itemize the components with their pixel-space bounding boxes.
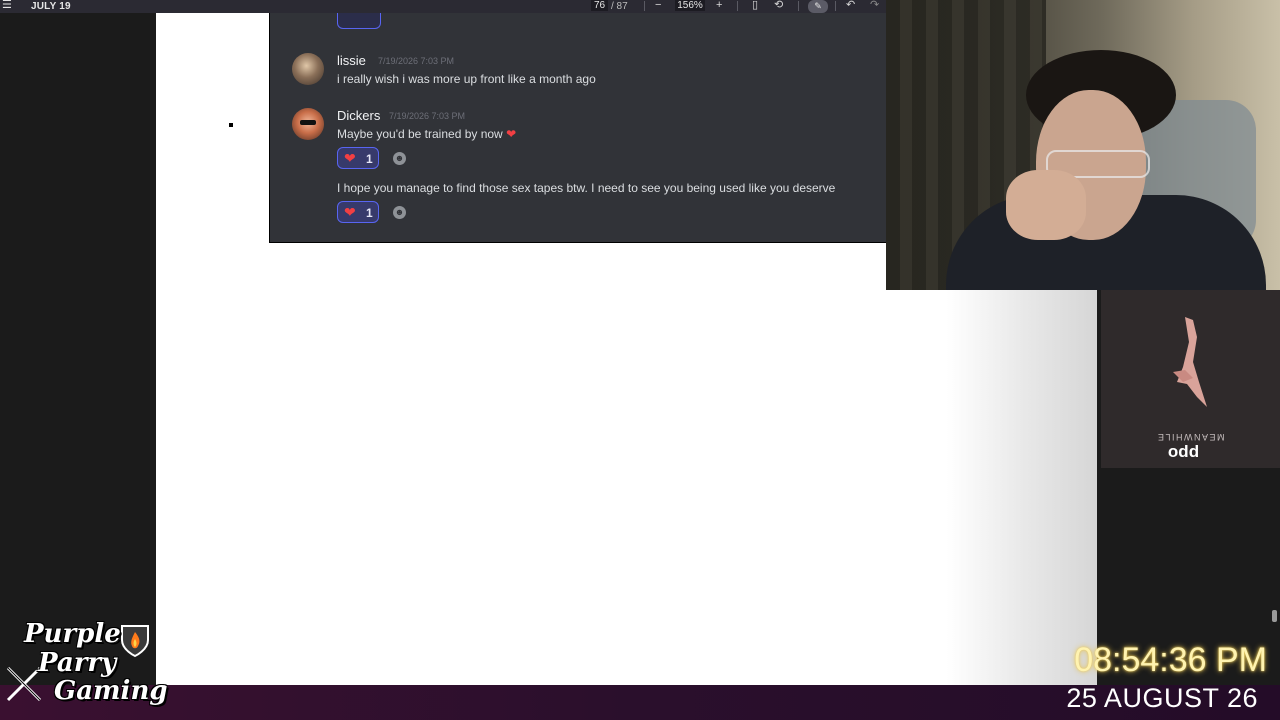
reaction-count: 1 bbox=[366, 152, 373, 166]
now-playing-widget: MEANWHILE odd bbox=[1101, 290, 1280, 468]
toolbar-separator bbox=[644, 1, 645, 11]
add-reaction-icon[interactable]: ☻ bbox=[393, 206, 406, 219]
avatar bbox=[292, 108, 324, 140]
heart-icon: ❤ bbox=[344, 150, 356, 166]
artist-name: odd bbox=[1167, 442, 1200, 461]
heart-icon: ❤ bbox=[344, 204, 356, 220]
reaction-pill-partial bbox=[337, 13, 381, 29]
page-mark bbox=[229, 123, 233, 127]
channel-logo: Purple Parry Gaming bbox=[4, 618, 168, 714]
flame-shield-icon bbox=[121, 625, 149, 658]
message-text: Maybe you'd be trained by now ❤ bbox=[337, 127, 516, 141]
chat-screenshot: lissie 7/19/2026 7:03 PM i really wish i… bbox=[269, 13, 887, 243]
message-author: lissie bbox=[337, 53, 366, 68]
avatar bbox=[292, 53, 324, 85]
rotate-icon[interactable]: ⟲ bbox=[774, 0, 783, 11]
toolbar-separator bbox=[737, 1, 738, 11]
webcam-person-hand bbox=[1006, 170, 1086, 240]
add-reaction-icon[interactable]: ☻ bbox=[393, 152, 406, 165]
draw-icon[interactable]: ✎ bbox=[808, 0, 828, 13]
sunglasses-icon bbox=[300, 120, 316, 125]
toolbar-separator bbox=[835, 1, 836, 11]
scrollbar-thumb[interactable] bbox=[1272, 610, 1277, 622]
page-total: / 87 bbox=[611, 1, 628, 12]
logo-line: Parry bbox=[38, 648, 117, 678]
page-fit-icon[interactable]: ▯ bbox=[752, 0, 758, 11]
album-art bbox=[1173, 317, 1207, 407]
page-number-input[interactable]: 76 bbox=[591, 0, 608, 11]
logo-line: Gaming bbox=[54, 676, 168, 706]
clock-time: 08:54:36 PM bbox=[1074, 641, 1267, 679]
reaction-count: 1 bbox=[366, 206, 373, 220]
webcam-feed bbox=[886, 0, 1280, 290]
reaction-pill[interactable]: ❤ 1 bbox=[337, 147, 379, 169]
message-text: i really wish i was more up front like a… bbox=[337, 72, 596, 86]
redo-icon[interactable]: ↷ bbox=[870, 0, 879, 11]
pdf-sidebar bbox=[0, 13, 156, 685]
message-text: I hope you manage to find those sex tape… bbox=[337, 181, 836, 195]
zoom-out-icon[interactable]: − bbox=[655, 0, 661, 11]
toolbar-separator bbox=[798, 1, 799, 11]
message-timestamp: 7/19/2026 7:03 PM bbox=[389, 111, 466, 121]
document-title: JULY 19 bbox=[31, 1, 71, 12]
message-text-line: Maybe you'd be trained by now bbox=[337, 127, 503, 141]
clock-date: 25 AUGUST 26 bbox=[1066, 683, 1258, 713]
heart-icon: ❤ bbox=[506, 127, 517, 141]
zoom-in-icon[interactable]: + bbox=[716, 0, 722, 11]
logo-line: Purple bbox=[24, 619, 121, 649]
reaction-pill[interactable]: ❤ 1 bbox=[337, 201, 379, 223]
pdf-toolbar: ☰ JULY 19 76 / 87 − 156% + ▯ ⟲ ✎ ↶ ↷ bbox=[0, 0, 886, 13]
album-title: MEANWHILE bbox=[1156, 432, 1225, 442]
message-author: Dickers bbox=[337, 108, 381, 123]
message-timestamp: 7/19/2026 7:03 PM bbox=[378, 56, 455, 66]
zoom-level[interactable]: 156% bbox=[675, 0, 705, 11]
undo-icon[interactable]: ↶ bbox=[846, 0, 855, 11]
menu-icon[interactable]: ☰ bbox=[2, 0, 12, 11]
